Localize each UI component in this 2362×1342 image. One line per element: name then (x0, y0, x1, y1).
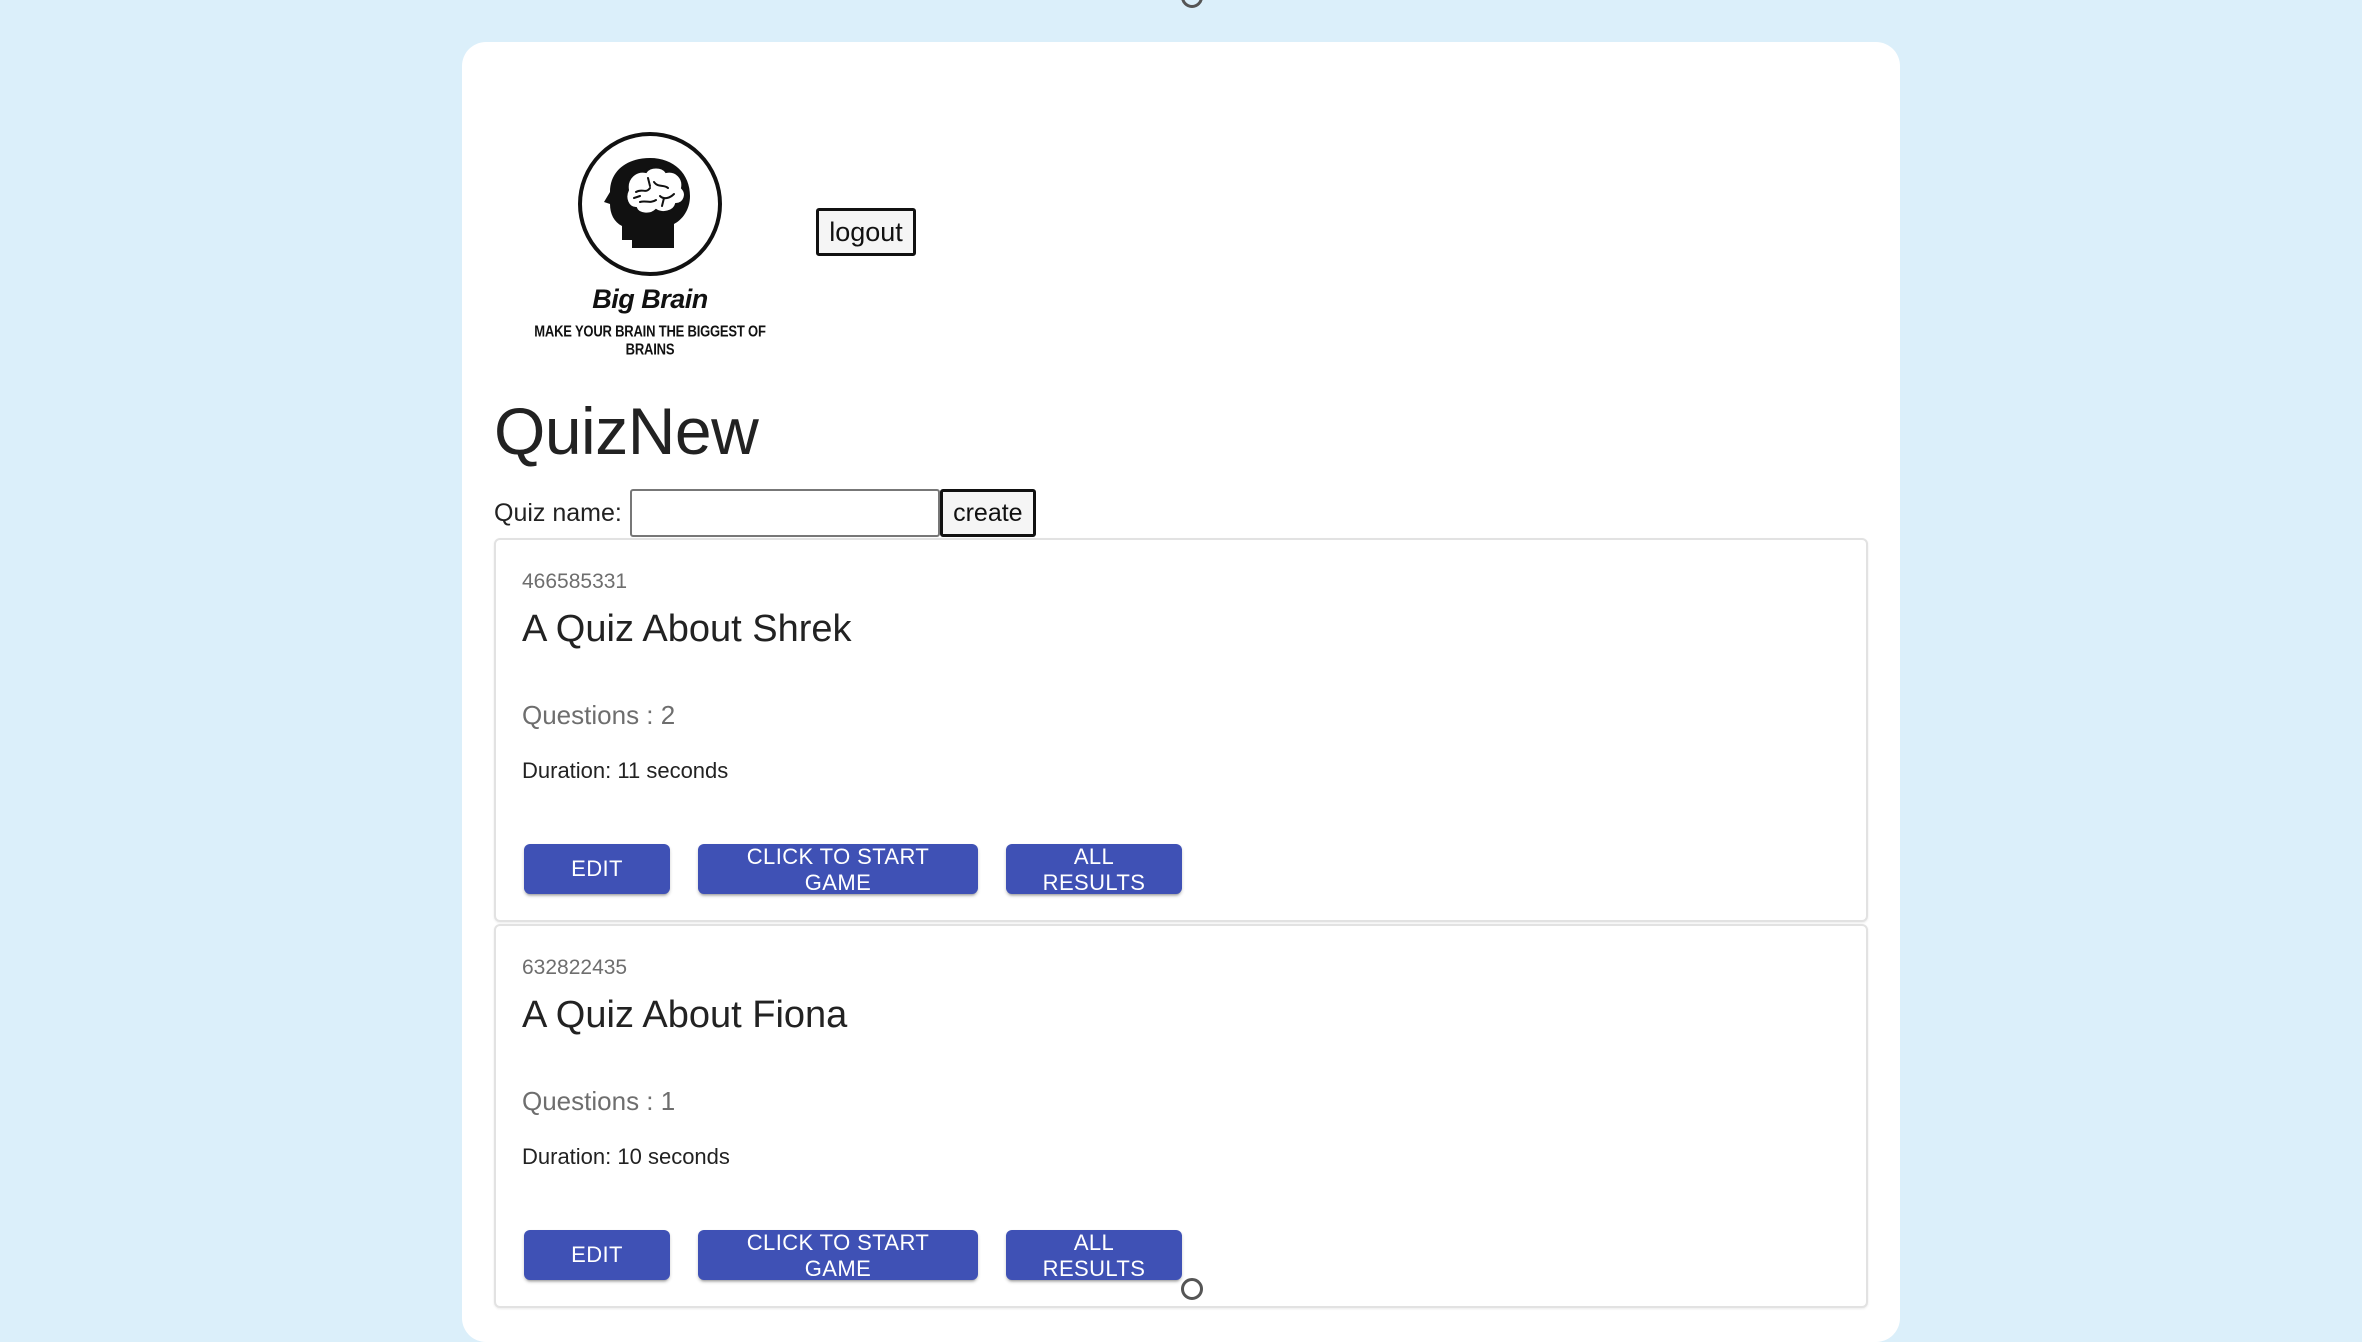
quiz-question-count: Questions : 2 (522, 700, 676, 730)
main-panel: Big Brain MAKE YOUR BRAIN THE BIGGEST OF… (462, 42, 1900, 1342)
all-results-button[interactable]: ALL RESULTS (1006, 844, 1182, 895)
loading-spinner-fragment (1181, 1278, 1203, 1300)
edit-button[interactable]: EDIT (524, 1230, 670, 1280)
quiz-title: A Quiz About Shrek (522, 608, 852, 650)
all-results-button[interactable]: ALL RESULTS (1006, 1230, 1182, 1281)
quiz-id: 466585331 (522, 570, 628, 593)
create-button[interactable]: create (939, 489, 1036, 537)
page-title: QuizNew (494, 394, 759, 468)
logout-button[interactable]: logout (816, 208, 916, 256)
quiz-card: 632822435 A Quiz About Fiona Questions :… (494, 924, 1868, 1308)
quiz-id: 632822435 (522, 956, 628, 979)
new-quiz-form: Quiz name: create (494, 488, 1036, 538)
edit-button[interactable]: EDIT (524, 844, 670, 894)
quiz-name-label: Quiz name: (494, 498, 622, 527)
quiz-duration: Duration: 10 seconds (522, 1144, 730, 1169)
logo-name: Big Brain (592, 284, 708, 314)
loading-spinner-fragment (1181, 0, 1203, 8)
start-game-button[interactable]: CLICK TO START GAME (698, 844, 978, 895)
quiz-actions: EDIT CLICK TO START GAME ALL RESULTS (524, 1230, 1182, 1281)
quiz-card: 466585331 A Quiz About Shrek Questions :… (494, 538, 1868, 922)
quiz-name-input[interactable] (629, 489, 940, 537)
quiz-duration: Duration: 11 seconds (522, 758, 729, 783)
quiz-title: A Quiz About Fiona (522, 994, 848, 1036)
brain-head-icon (578, 132, 722, 276)
big-brain-logo: Big Brain MAKE YOUR BRAIN THE BIGGEST OF… (532, 130, 768, 358)
quiz-question-count: Questions : 1 (522, 1086, 676, 1116)
quiz-actions: EDIT CLICK TO START GAME ALL RESULTS (524, 844, 1182, 895)
logo-tagline: MAKE YOUR BRAIN THE BIGGEST OF BRAINS (534, 322, 766, 358)
start-game-button[interactable]: CLICK TO START GAME (698, 1230, 978, 1281)
